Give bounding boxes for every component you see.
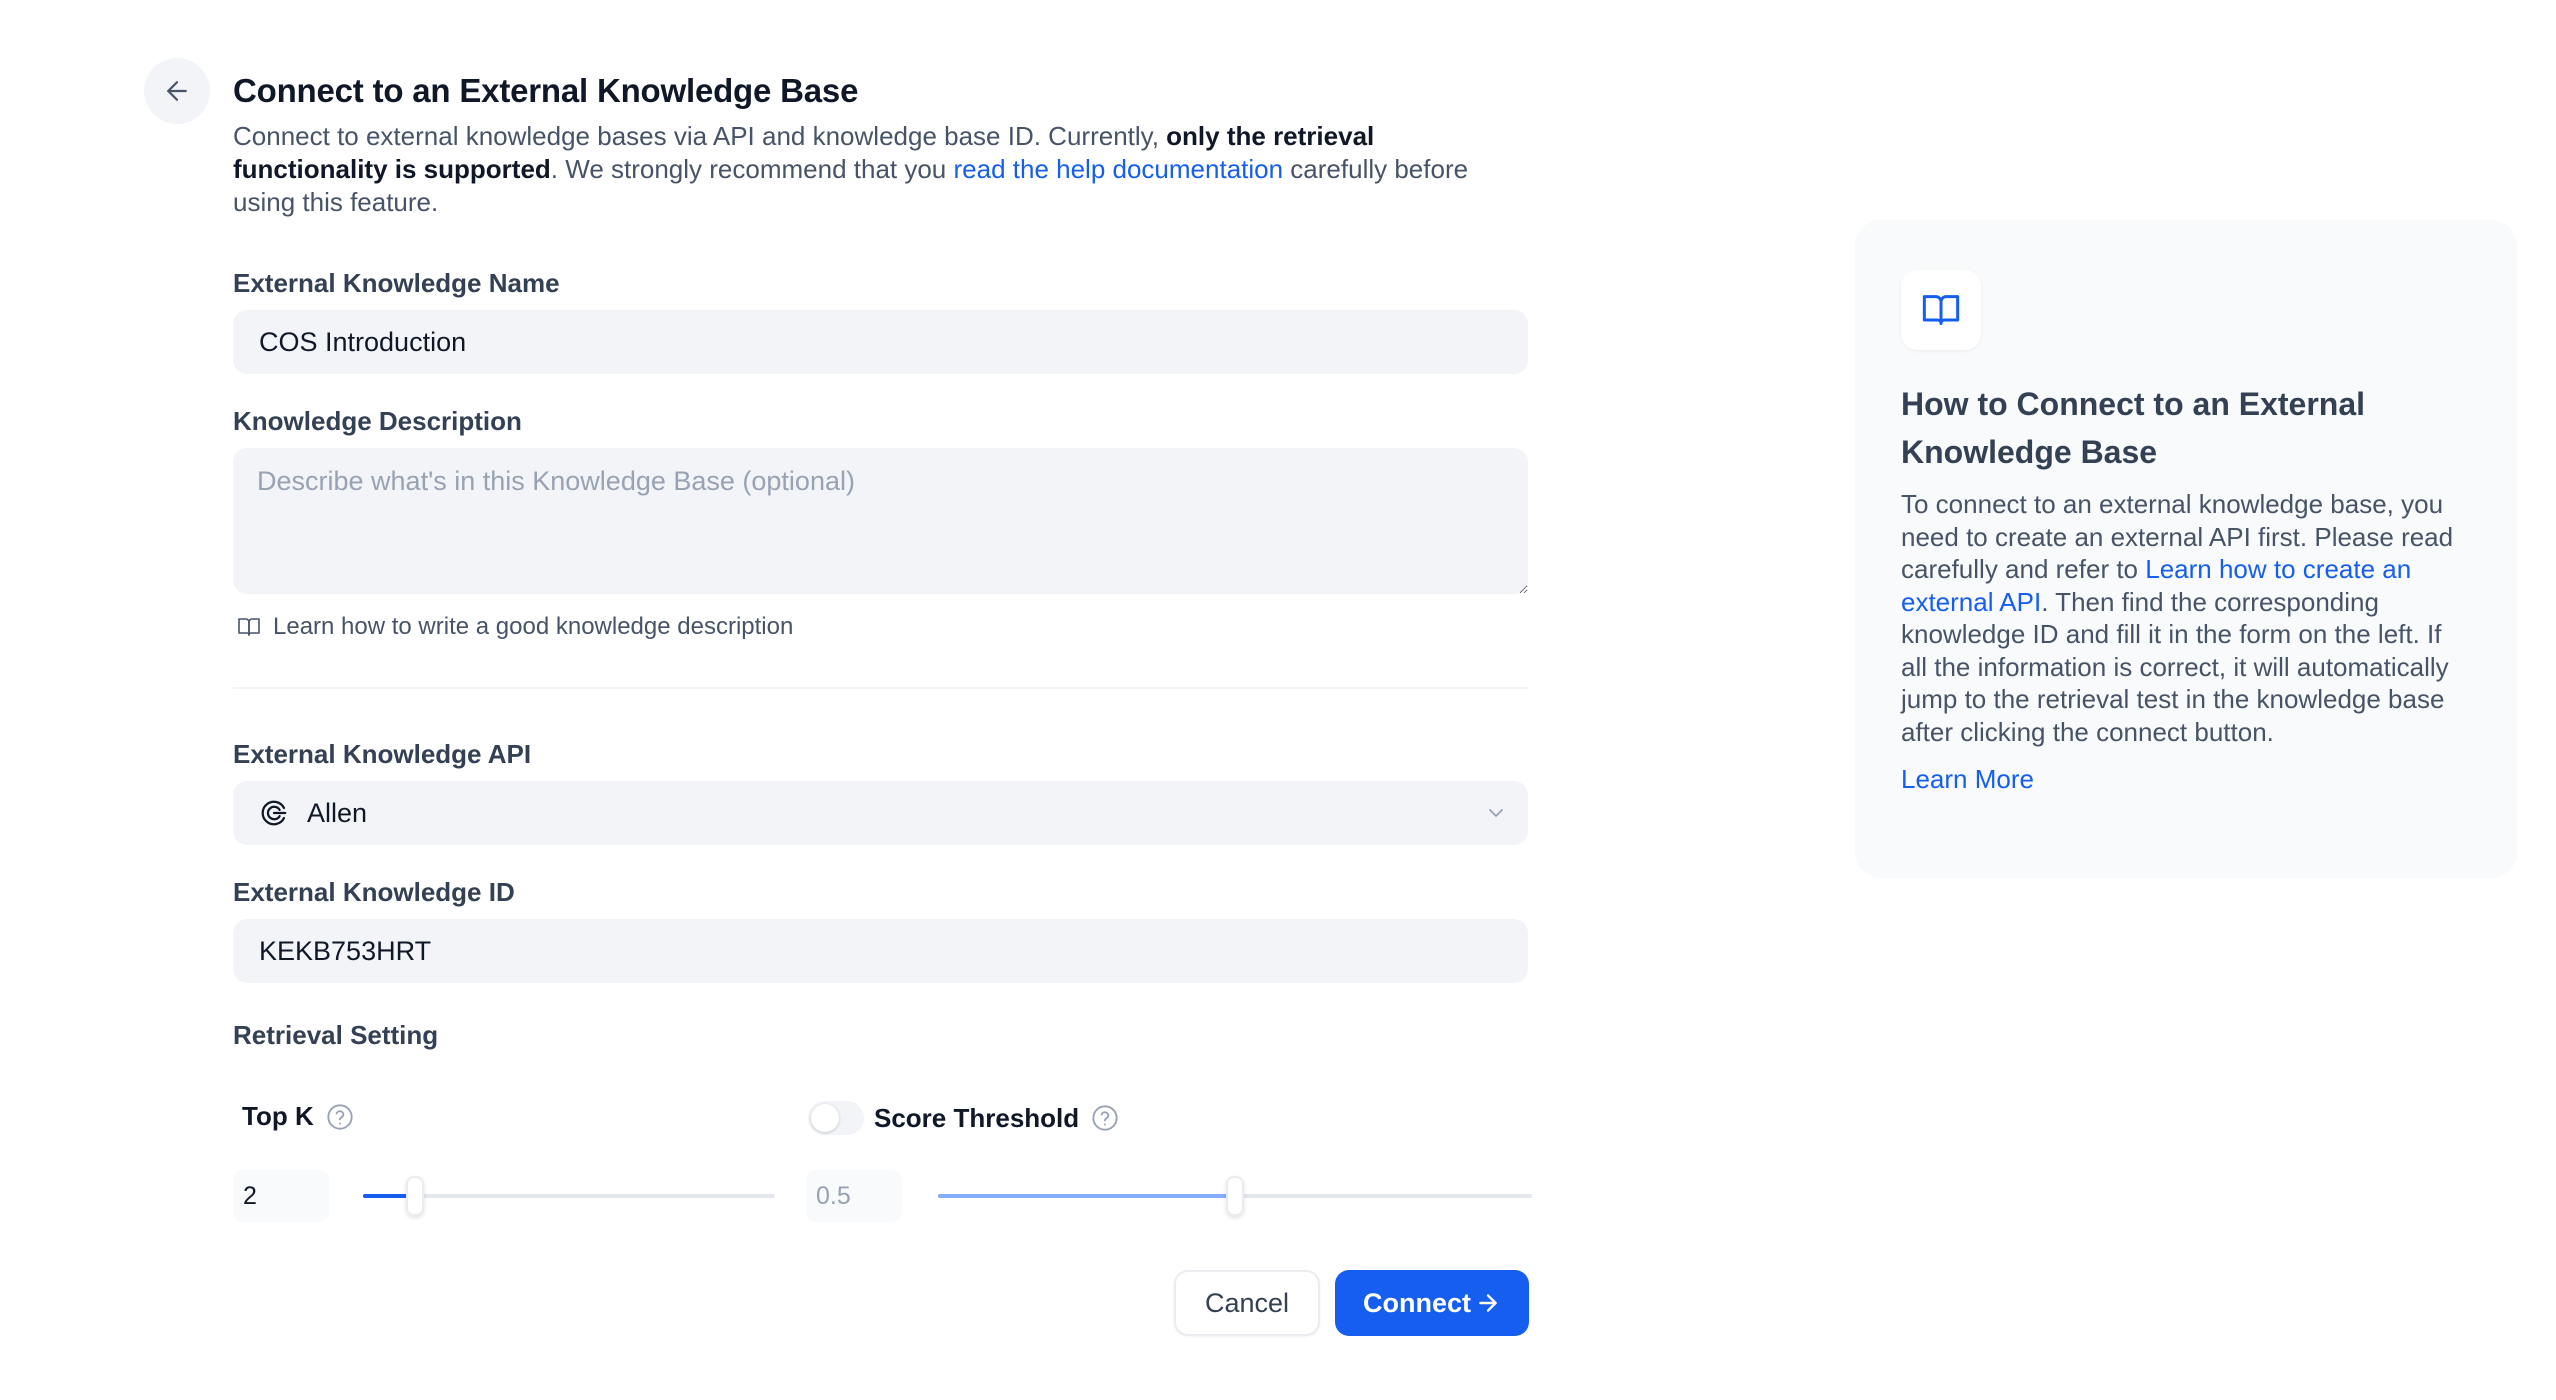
score-threshold-label: Score Threshold [874,1102,1080,1133]
api-connection-icon [261,800,287,826]
book-open-icon [238,618,260,636]
arrow-left-icon [167,81,187,101]
top-k-slider-thumb[interactable] [406,1176,424,1216]
api-field-group: External Knowledge API Allen [233,737,1528,845]
api-select-value: Allen [307,797,368,828]
description-field-group: Knowledge Description Learn how to write… [233,404,1528,641]
intro-text-2: . We strongly recommend that you [550,154,954,184]
book-open-icon [1922,295,1960,325]
toggle-knob [811,1104,839,1132]
score-threshold-toggle[interactable] [808,1101,864,1135]
score-threshold-slider-fill [938,1194,1235,1198]
retrieval-setting-title: Retrieval Setting [233,1020,439,1050]
name-input[interactable]: COS Introduction [233,310,1528,374]
question-circle-icon[interactable] [1091,1104,1119,1132]
cancel-button[interactable]: Cancel [1174,1270,1320,1336]
help-title: How to Connect to an External Knowledge … [1901,386,2366,470]
top-k-slider[interactable] [363,1176,775,1216]
question-circle-icon[interactable] [326,1103,354,1131]
description-label: Knowledge Description [233,406,522,436]
top-k-label: Top K [242,1101,314,1131]
score-threshold-number-input[interactable]: 0.5 [806,1170,902,1222]
help-body: To connect to an external knowledge base… [1901,488,2471,748]
arrow-right-icon [1479,1294,1497,1312]
page-title: Connect to an External Knowledge Base [233,72,859,109]
description-textarea[interactable] [233,448,1528,594]
chevron-down-icon [1489,809,1503,817]
description-hint-text: Learn how to write a good knowledge desc… [273,613,794,640]
id-label: External Knowledge ID [233,877,515,907]
description-hint-link[interactable]: Learn how to write a good knowledge desc… [233,613,1528,641]
intro-text: Connect to external knowledge bases via … [233,121,1167,151]
score-threshold-label-row: Score Threshold [808,1101,1119,1135]
learn-more-link[interactable]: Learn More [1901,764,2034,795]
help-documentation-link[interactable]: read the help documentation [954,154,1284,184]
id-input-value: KEKB753HRT [259,935,432,966]
main-form-area: Connect to an External Knowledge Base Co… [233,70,1528,219]
name-input-value: COS Introduction [259,326,467,357]
score-threshold-value: 0.5 [816,1181,851,1210]
top-k-number-input[interactable]: 2 [233,1170,329,1222]
id-input[interactable]: KEKB753HRT [233,919,1528,983]
score-threshold-slider-thumb[interactable] [1226,1176,1244,1216]
divider [233,687,1528,689]
connect-button[interactable]: Connect [1335,1270,1529,1336]
name-label: External Knowledge Name [233,268,560,298]
back-button[interactable] [144,58,210,124]
top-k-value: 2 [243,1181,257,1210]
top-k-label-row: Top K [242,1101,354,1132]
score-threshold-slider[interactable] [938,1176,1532,1216]
api-select[interactable]: Allen [233,781,1528,845]
help-icon-box [1901,270,1981,350]
connect-button-label: Connect [1363,1287,1471,1318]
api-label: External Knowledge API [233,739,532,769]
id-field-group: External Knowledge ID KEKB753HRT [233,875,1528,983]
page-intro: Connect to external knowledge bases via … [233,120,1503,219]
name-field-group: External Knowledge Name COS Introduction [233,266,1528,374]
help-panel: How to Connect to an External Knowledge … [1855,220,2517,878]
